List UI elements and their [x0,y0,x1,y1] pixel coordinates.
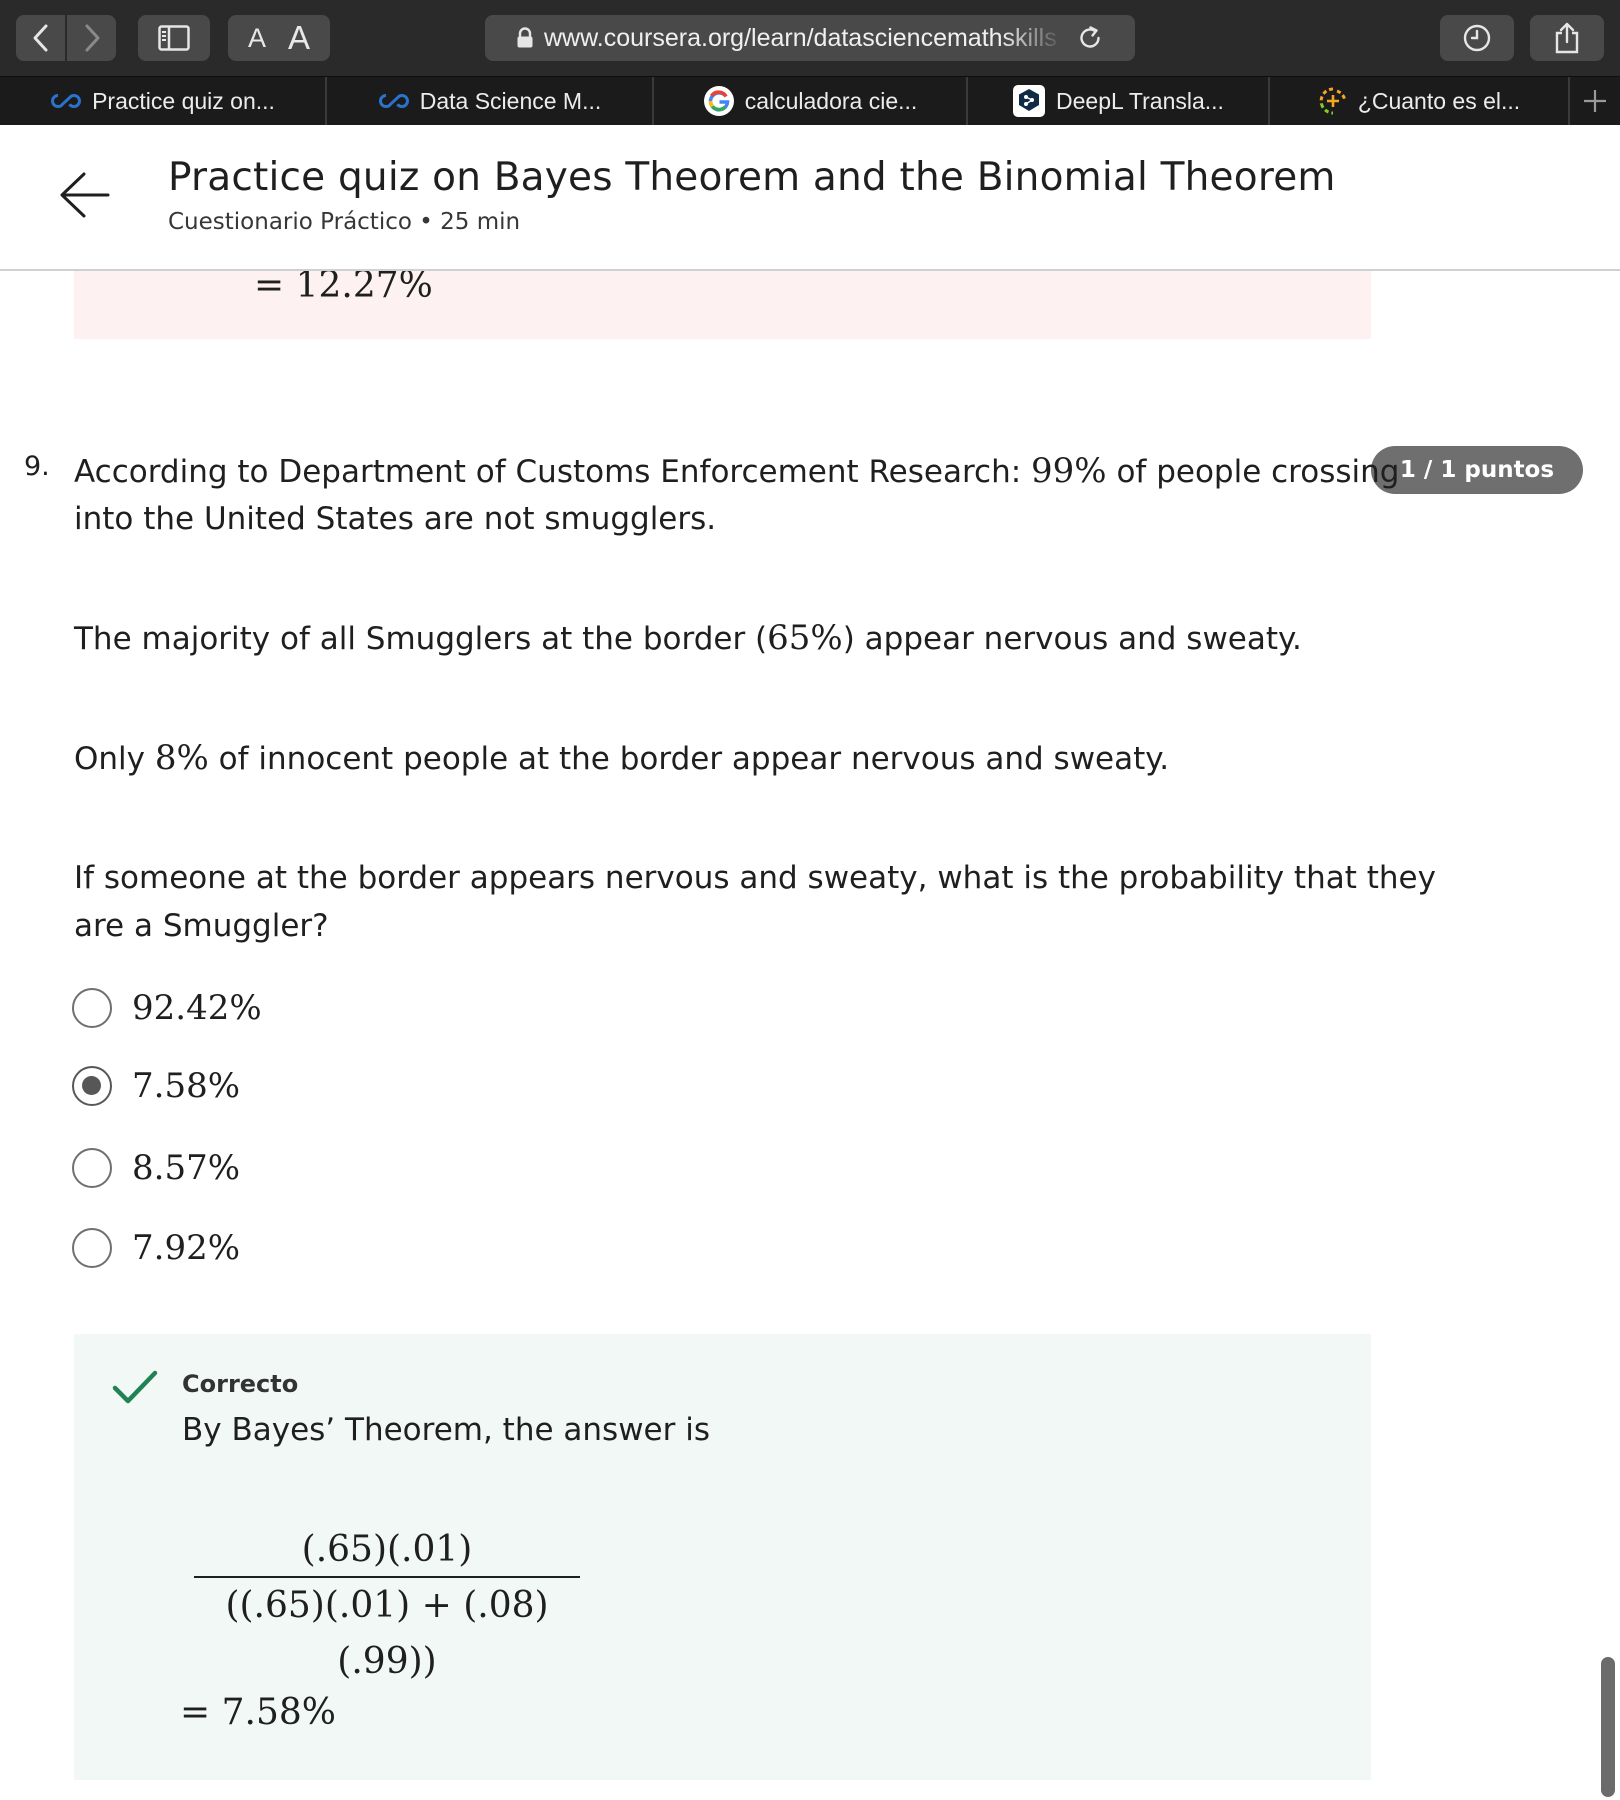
math: 65% [767,618,843,658]
url-text[interactable]: www.coursera.org/learn/datasciencemathsk… [544,24,1064,53]
text-larger-label[interactable]: A [288,19,310,57]
tab-strip: Practice quiz on... Data Science M... ca… [0,76,1620,125]
quiz-content: = 12.27% 9. 1 / 1 puntos According to De… [0,271,1620,1800]
deepl-icon [1012,84,1046,118]
tab-calculadora[interactable]: calculadora cie... [654,77,968,125]
feedback-text: By Bayes’ Theorem, the answer is [182,1412,710,1448]
question-paragraph-2: The majority of all Smugglers at the bor… [74,614,1302,663]
lock-icon [517,27,533,48]
tab-cuanto-es[interactable]: ¿Cuanto es el... [1270,77,1570,125]
text: According to Department of Customs Enfor… [74,454,1032,490]
feedback-result: = 7.58% [180,1692,336,1733]
forward-button[interactable] [65,15,116,61]
option-label: 7.92% [132,1228,241,1268]
previous-result: = 12.27% [254,271,433,306]
back-arrow-icon[interactable] [58,171,110,219]
question-text-line2: into the United States are not smugglers… [74,501,717,537]
spinner-icon [1318,86,1348,116]
chevron-left-icon [33,24,47,52]
coursera-icon [50,93,82,109]
question-number: 9. [24,451,50,482]
option-label: 7.58% [132,1066,241,1106]
bayes-fraction: (.65)(.01) ((.65)(.01) + (.08)(.99)) [194,1524,580,1682]
math: 8% [154,738,209,778]
answer-option[interactable]: 8.57% [72,1146,240,1190]
math: 99% [1031,451,1107,491]
tab-label: Data Science M... [419,87,602,114]
previous-feedback-box: = 12.27% [74,271,1371,339]
tab-label: ¿Cuanto es el... [1357,87,1521,114]
address-bar[interactable]: www.coursera.org/learn/datasciencemathsk… [485,15,1135,61]
google-icon [703,85,735,117]
answer-option[interactable]: 92.42% [72,986,262,1030]
text: of people crossing [1106,454,1400,490]
text-smaller-label[interactable]: A [248,23,266,54]
checkmark-icon [112,1370,158,1404]
question-prompt-line1: If someone at the border appears nervous… [74,860,1436,896]
plus-icon [1584,90,1606,112]
text: of innocent people at the border appear … [208,741,1170,777]
question-text-line1: According to Department of Customs Enfor… [74,447,1399,496]
share-button[interactable] [1530,15,1604,61]
tab-label: Practice quiz on... [92,87,275,114]
text: ) appear nervous and sweaty. [842,621,1302,657]
sidebar-toggle-button[interactable] [138,15,210,61]
clock-icon [1463,24,1491,52]
option-label: 92.42% [132,988,262,1028]
radio-button[interactable] [72,988,112,1028]
share-icon [1555,22,1579,54]
back-button[interactable] [16,15,65,61]
text-size-button[interactable]: A A [228,15,330,61]
option-label: 8.57% [132,1148,241,1188]
tab-label: DeepL Transla... [1056,87,1224,114]
reload-icon[interactable] [1076,24,1104,52]
page-subtitle: Cuestionario Práctico • 25 min [168,209,521,235]
chevron-right-icon [85,24,99,52]
page-title: Practice quiz on Bayes Theorem and the B… [168,155,1336,200]
tab-practice-quiz[interactable]: Practice quiz on... [0,77,327,125]
sidebar-icon [158,25,190,51]
radio-button[interactable] [72,1228,112,1268]
scrollbar-thumb[interactable] [1601,1657,1615,1797]
text: The majority of all Smugglers at the bor… [74,621,768,657]
radio-button-selected[interactable] [72,1066,112,1106]
feedback-box: Correcto By Bayes’ Theorem, the answer i… [74,1334,1371,1780]
new-tab-button[interactable] [1570,77,1620,125]
coursera-icon [378,93,410,109]
tab-label: calculadora cie... [744,87,918,114]
tab-deepl[interactable]: DeepL Transla... [968,77,1270,125]
browser-toolbar: A A www.coursera.org/learn/datasciencema… [0,0,1620,76]
feedback-status: Correcto [182,1370,299,1398]
text: Only [74,741,155,777]
navigation-buttons [16,15,116,61]
quiz-header: Practice quiz on Bayes Theorem and the B… [0,125,1620,271]
radio-button[interactable] [72,1148,112,1188]
history-button[interactable] [1440,15,1514,61]
fraction-denominator: ((.65)(.01) + (.08)(.99)) [225,1585,549,1682]
question-paragraph-3: Only 8% of innocent people at the border… [74,734,1169,783]
answer-option[interactable]: 7.92% [72,1226,240,1270]
tab-data-science[interactable]: Data Science M... [327,77,654,125]
score-badge: 1 / 1 puntos [1371,446,1583,494]
fraction-numerator: (.65)(.01) [301,1529,473,1570]
answer-option[interactable]: 7.58% [72,1064,240,1108]
question-prompt-line2: are a Smuggler? [74,908,329,944]
